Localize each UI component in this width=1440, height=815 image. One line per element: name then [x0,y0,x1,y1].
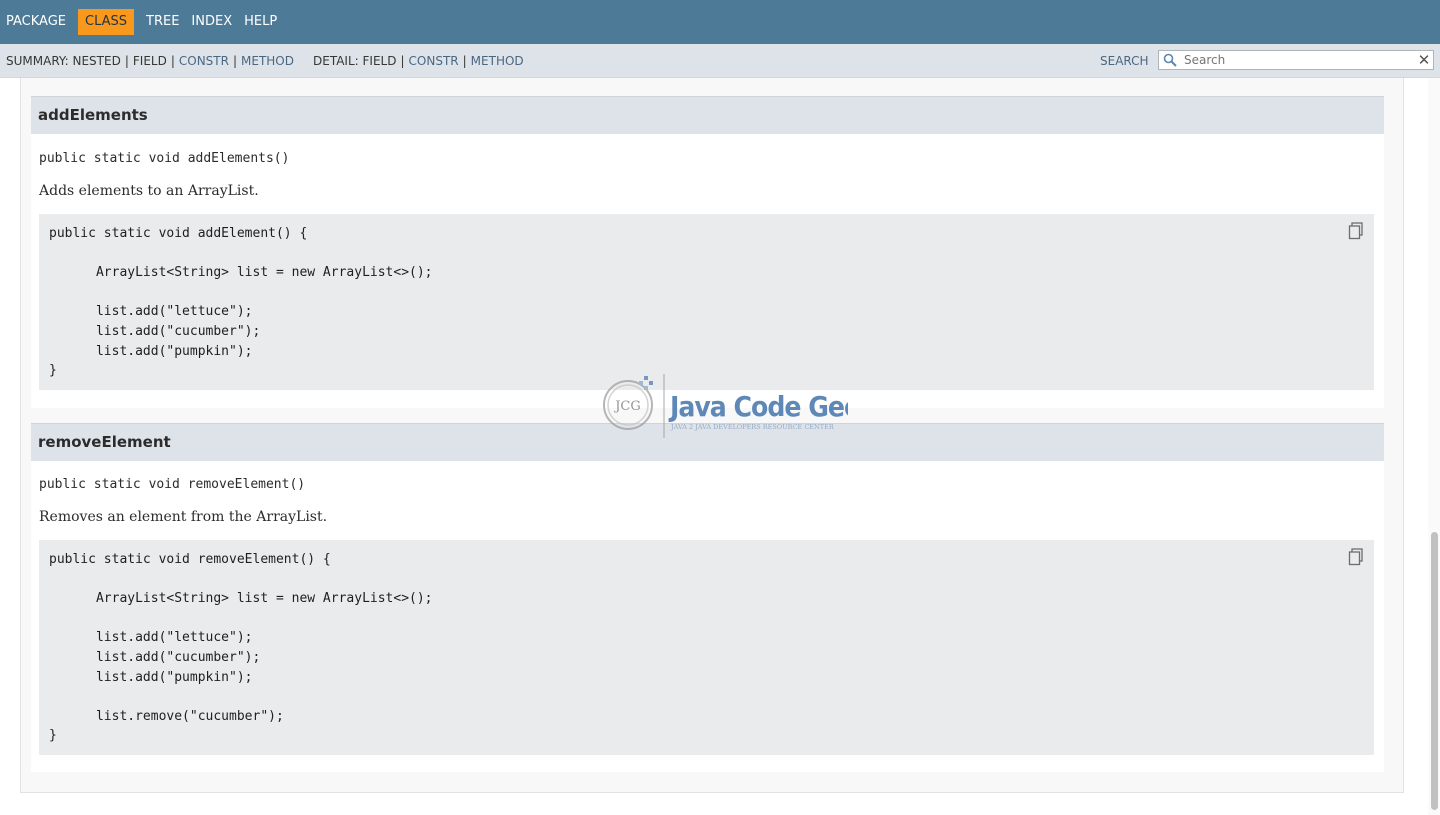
nav-class[interactable]: CLASS [78,9,135,35]
summary-constr-link[interactable]: CONSTR [179,54,229,68]
nav-index[interactable]: INDEX [185,9,238,35]
nav-package[interactable]: PACKAGE [0,9,72,35]
summary-nested: NESTED [72,54,121,68]
code-content: public static void addElement() { ArrayL… [49,226,433,379]
method-description: Adds elements to an ArrayList. [39,183,259,199]
method-heading: addElements [31,96,1384,134]
separator: | [232,54,238,68]
code-block: public static void addElement() { ArrayL… [39,214,1374,390]
summary-field: FIELD [132,54,167,68]
scrollbar-thumb[interactable] [1431,532,1438,810]
detail-constr-link[interactable]: CONSTR [409,54,459,68]
copy-icon[interactable] [1348,222,1364,240]
summary-label: SUMMARY: [6,54,69,68]
detail-field: FIELD [362,54,397,68]
search-icon [1163,53,1177,67]
detail-links: DETAIL: FIELD | CONSTR | METHOD [313,54,524,68]
clear-search-icon[interactable]: ✕ [1415,52,1433,68]
separator: | [170,54,175,68]
nav-help[interactable]: HELP [238,9,283,35]
nav-tree[interactable]: TREE [140,9,185,35]
method-signature: public static void removeElement() [39,477,306,492]
code-block: public static void removeElement() { Arr… [39,540,1374,755]
detail-method-link[interactable]: METHOD [471,54,524,68]
separator: | [462,54,467,68]
method-block-addelements: addElements public static void addElemen… [31,96,1384,408]
watermark-tagline: JAVA 2 JAVA DEVELOPERS RESOURCE CENTER [670,423,835,431]
java-code-geeks-watermark: JCG Java Code Geeks JAVA 2 JAVA DEVELOPE… [603,374,848,438]
method-description: Removes an element from the ArrayList. [39,509,328,525]
method-block-removeelement: removeElement public static void removeE… [31,423,1384,772]
search-input[interactable] [1182,51,1415,69]
copy-icon[interactable] [1348,548,1364,566]
watermark-title: Java Code Geeks [668,390,848,423]
top-nav-bar: PACKAGE CLASS TREE INDEX HELP [0,0,1440,44]
search-box[interactable]: ✕ [1158,50,1434,70]
detail-label: DETAIL: [313,54,359,68]
method-signature: public static void addElements() [39,151,290,166]
code-content: public static void removeElement() { Arr… [49,552,433,744]
summary-method-link[interactable]: METHOD [241,54,294,68]
search-label: SEARCH [1100,54,1149,68]
separator: | [124,54,129,68]
separator: | [400,54,405,68]
sub-nav-bar: SUMMARY: NESTED | FIELD | CONSTR | METHO… [0,44,1440,78]
summary-links: SUMMARY: NESTED | FIELD | CONSTR | METHO… [6,54,294,68]
jcg-badge-text: JCG [613,399,641,414]
